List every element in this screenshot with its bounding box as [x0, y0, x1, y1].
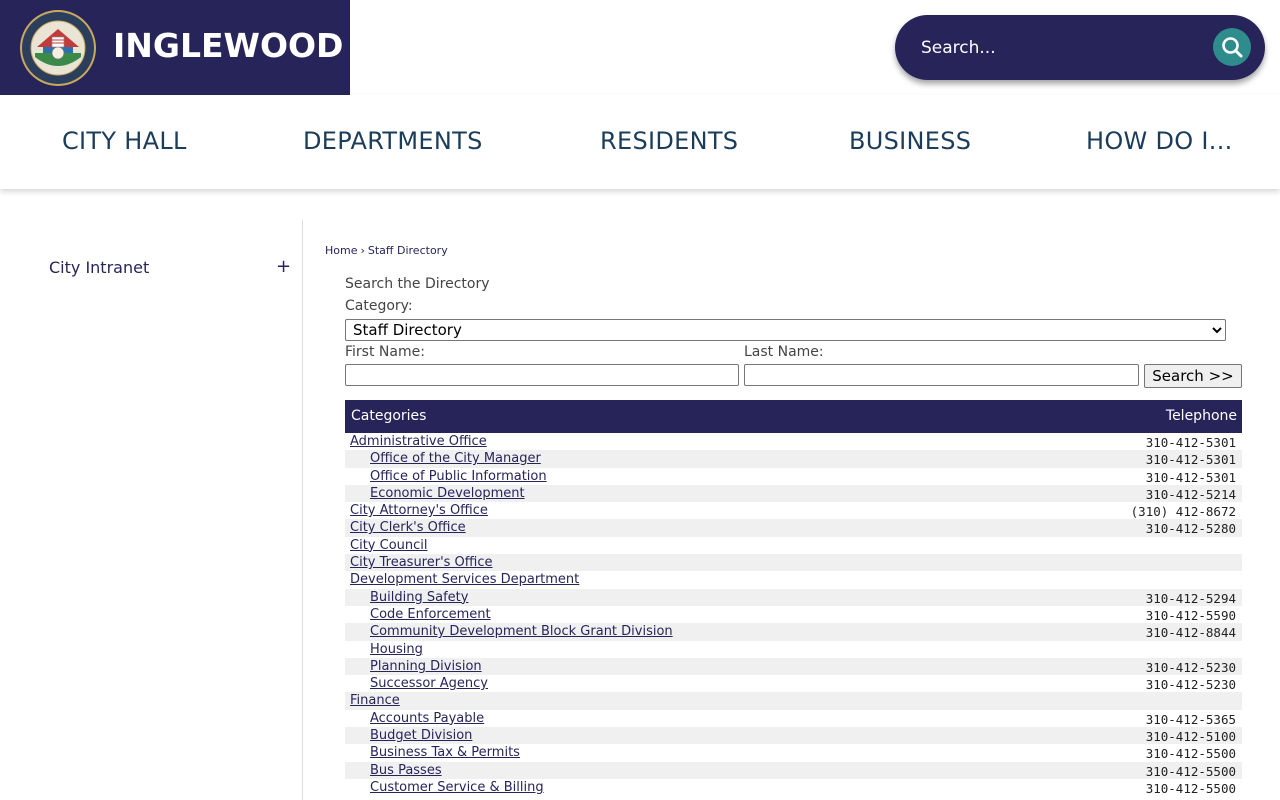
- table-row: Community Development Block Grant Divisi…: [345, 623, 1242, 641]
- search-button[interactable]: [1213, 28, 1251, 66]
- main-nav: CITY HALL DEPARTMENTS RESIDENTS BUSINESS…: [0, 95, 1280, 189]
- telephone-value: 310-412-5301: [1145, 435, 1236, 450]
- telephone-value: 310-412-5301: [1145, 452, 1236, 468]
- search-directory-button[interactable]: Search >>: [1144, 364, 1242, 388]
- site-brand: INGLEWOOD: [113, 26, 344, 65]
- category-label: Category:: [345, 298, 413, 314]
- telephone-value: 310-412-5230: [1145, 677, 1236, 693]
- telephone-value: 310-412-5301: [1145, 469, 1236, 485]
- site-search: [895, 15, 1265, 80]
- table-row: City Treasurer's Office: [345, 554, 1242, 572]
- table-row: Planning Division 310-412-5230: [345, 657, 1242, 676]
- telephone-value: 310-412-5230: [1145, 659, 1236, 675]
- directory-link[interactable]: Budget Division: [370, 727, 472, 744]
- directory-link[interactable]: Administrative Office: [350, 433, 487, 450]
- table-row: Economic Development 310-412-5214: [345, 484, 1242, 503]
- directory-link[interactable]: Community Development Block Grant Divisi…: [370, 623, 673, 640]
- telephone-value: 310-412-5280: [1145, 521, 1236, 537]
- last-name-label: Last Name:: [744, 344, 824, 360]
- table-row: City Council: [345, 537, 1242, 554]
- first-name-input[interactable]: [345, 364, 739, 386]
- directory-link[interactable]: Customer Service & Billing: [370, 779, 544, 796]
- telephone-value: 310-412-5500: [1145, 746, 1236, 762]
- directory-link[interactable]: Housing: [370, 641, 423, 658]
- breadcrumb-separator: ›: [360, 244, 365, 257]
- directory-link[interactable]: Office of Public Information: [370, 468, 547, 485]
- directory-link[interactable]: Accounts Payable: [370, 710, 484, 727]
- telephone-value: 310-412-5500: [1145, 780, 1236, 796]
- table-row: Administrative Office 310-412-5301: [345, 433, 1242, 450]
- directory-link[interactable]: Finance: [350, 692, 400, 709]
- directory-link[interactable]: City Council: [350, 537, 428, 554]
- table-row: Business Tax & Permits 310-412-5500: [345, 744, 1242, 761]
- directory-link[interactable]: Building Safety: [370, 589, 468, 606]
- telephone-column-header: Telephone: [1165, 408, 1237, 424]
- search-icon: [1222, 37, 1243, 58]
- table-row: Office of Public Information 310-412-5301: [345, 468, 1242, 485]
- nav-business[interactable]: BUSINESS: [849, 127, 971, 155]
- breadcrumb-home[interactable]: Home: [325, 244, 357, 257]
- directory-link[interactable]: Development Services Department: [350, 571, 579, 588]
- nav-city-hall[interactable]: CITY HALL: [62, 127, 187, 155]
- directory-table: Categories Telephone Administrative Offi…: [345, 400, 1242, 796]
- table-header: Categories Telephone: [345, 400, 1242, 433]
- table-row: Building Safety 310-412-5294: [345, 588, 1242, 606]
- sidebar-item-city-intranet[interactable]: City Intranet: [49, 258, 149, 277]
- telephone-value: 310-412-5100: [1145, 729, 1236, 745]
- table-row: Housing: [345, 641, 1242, 658]
- directory-link[interactable]: City Clerk's Office: [350, 519, 466, 536]
- directory-link[interactable]: Successor Agency: [370, 675, 488, 692]
- directory-link[interactable]: Office of the City Manager: [370, 450, 541, 467]
- telephone-value: 310-412-5294: [1145, 590, 1236, 606]
- nav-residents[interactable]: RESIDENTS: [600, 127, 738, 155]
- table-row: Office of the City Manager 310-412-5301: [345, 450, 1242, 468]
- nav-how-do-i[interactable]: HOW DO I...: [1086, 127, 1233, 155]
- table-row: City Clerk's Office 310-412-5280: [345, 519, 1242, 537]
- directory-link[interactable]: Code Enforcement: [370, 606, 491, 623]
- table-row: Bus Passes 310-412-5500: [345, 761, 1242, 779]
- directory-link[interactable]: City Treasurer's Office: [350, 554, 493, 571]
- logo-block[interactable]: INGLEWOOD: [0, 0, 350, 95]
- last-name-input[interactable]: [744, 364, 1139, 386]
- category-select[interactable]: Staff Directory: [345, 319, 1226, 341]
- telephone-value: 310-412-5590: [1145, 607, 1236, 623]
- telephone-value: 310-412-8844: [1145, 625, 1236, 641]
- directory-link[interactable]: Business Tax & Permits: [370, 744, 520, 761]
- search-input[interactable]: [919, 33, 1203, 63]
- first-name-label: First Name:: [345, 344, 425, 360]
- sidebar-divider: [302, 220, 303, 800]
- table-row: Successor Agency 310-412-5230: [345, 675, 1242, 692]
- table-row: City Attorney's Office (310) 412-8672: [345, 502, 1242, 519]
- table-row: Finance: [345, 692, 1242, 710]
- directory-link[interactable]: Bus Passes: [370, 762, 442, 779]
- directory-search-heading: Search the Directory: [345, 276, 490, 292]
- directory-link[interactable]: Economic Development: [370, 485, 525, 502]
- breadcrumb: Home › Staff Directory: [325, 244, 448, 257]
- directory-link[interactable]: City Attorney's Office: [350, 502, 488, 519]
- table-row: Budget Division 310-412-5100: [345, 727, 1242, 745]
- telephone-value: 310-412-5365: [1145, 711, 1236, 727]
- table-row: Development Services Department: [345, 571, 1242, 588]
- expand-icon[interactable]: +: [276, 256, 291, 277]
- telephone-value: 310-412-5214: [1145, 486, 1236, 502]
- directory-rows: Administrative Office 310-412-5301 Office …: [345, 433, 1242, 796]
- nav-departments[interactable]: DEPARTMENTS: [303, 127, 483, 155]
- categories-column-header: Categories: [351, 408, 427, 424]
- telephone-value: 310-412-5500: [1145, 763, 1236, 779]
- telephone-value: (310) 412-8672: [1130, 504, 1236, 520]
- directory-link[interactable]: Planning Division: [370, 658, 482, 675]
- table-row: Code Enforcement 310-412-5590: [345, 606, 1242, 623]
- city-seal-icon: [20, 10, 96, 86]
- table-row: Customer Service & Billing 310-412-5500: [345, 779, 1242, 796]
- table-row: Accounts Payable 310-412-5365: [345, 710, 1242, 727]
- breadcrumb-current: Staff Directory: [367, 244, 448, 257]
